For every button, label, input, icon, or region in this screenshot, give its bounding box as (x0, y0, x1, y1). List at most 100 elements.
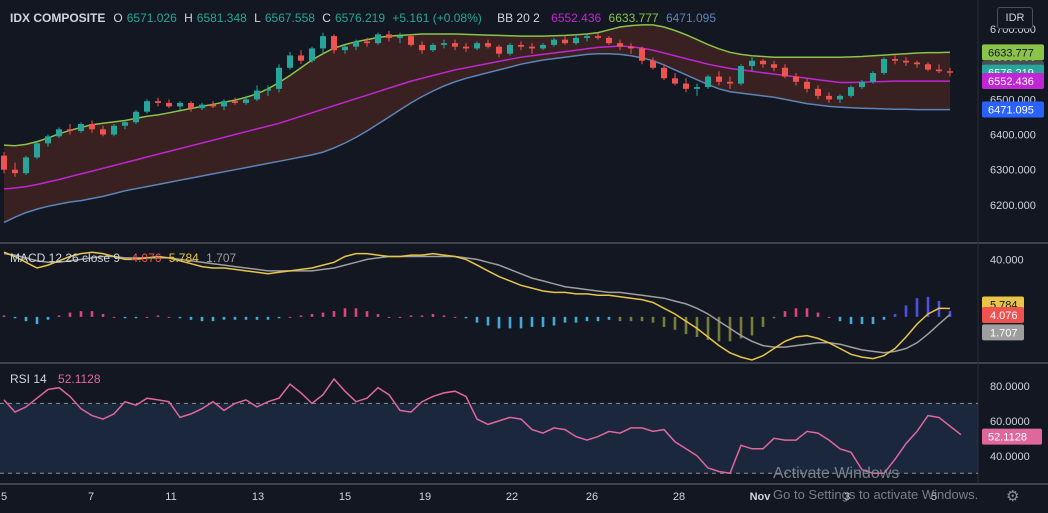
candle-body (451, 43, 459, 47)
candle-body (946, 71, 954, 73)
bb-upper-value: 6633.777 (608, 11, 659, 25)
open-value: 6571.026 (126, 11, 177, 25)
macd-histogram-bar (750, 316, 754, 336)
candle-body (803, 81, 811, 89)
macd-histogram-bar (46, 316, 50, 320)
time-tick-label: 11 (165, 491, 176, 503)
gear-icon[interactable]: ⚙ (1006, 487, 1019, 505)
candle-body (792, 76, 800, 82)
candle-body (748, 60, 756, 66)
candle-body (132, 111, 140, 123)
time-tick-label: Nov (750, 491, 772, 503)
macd-histogram-bar (618, 316, 622, 322)
candle-body (77, 124, 85, 132)
macd-histogram-bar (178, 316, 182, 319)
candle-body (682, 83, 690, 89)
candle-body (759, 60, 767, 65)
candle-body (99, 129, 107, 135)
candle-body (517, 44, 525, 47)
macd-histogram-bar (398, 316, 402, 318)
candle-body (616, 43, 624, 47)
candle-body (484, 43, 492, 47)
macd-histogram-bar (211, 316, 215, 322)
candle-body (429, 44, 437, 51)
macd-histogram-bar (376, 314, 380, 317)
close-value: 6576.219 (334, 11, 385, 25)
candle-body (374, 34, 382, 44)
candle-body (11, 169, 19, 174)
candle-body (418, 44, 426, 51)
candle-body (814, 88, 822, 96)
candle-body (660, 67, 668, 79)
macd-histogram-bar (508, 316, 512, 329)
rsi-legend: RSI 14 52.1128 (10, 372, 105, 386)
macd-histogram-bar (849, 316, 853, 325)
rsi-label: RSI 14 (10, 372, 47, 386)
macd-histogram-bar (475, 316, 479, 323)
candle-body (847, 87, 855, 96)
macd-histogram-bar (134, 316, 138, 319)
time-tick-label: 5 (1, 491, 7, 503)
currency-button[interactable]: IDR (997, 7, 1033, 29)
price-badge-label: 6633.777 (988, 47, 1034, 59)
candle-body (638, 48, 646, 61)
macd-histogram-bar (145, 316, 149, 318)
candle-body (825, 95, 833, 100)
candle-body (770, 64, 778, 68)
macd-histogram-bar (2, 315, 6, 317)
candle-body (528, 46, 536, 49)
candle-body (935, 69, 943, 72)
time-tick-label: 13 (252, 491, 264, 503)
macd-histogram-bar (629, 316, 633, 322)
macd-histogram-bar (827, 316, 831, 318)
macd-histogram-bar (167, 316, 171, 318)
macd-histogram-bar (596, 316, 600, 322)
macd-histogram-bar (222, 316, 226, 320)
macd-histogram-bar (772, 316, 776, 319)
candle-body (737, 66, 745, 84)
candle-body (0, 155, 8, 170)
activate-windows-title: Activate Windows (773, 465, 900, 482)
macd-histogram-bar (684, 316, 688, 335)
macd-hist-value: 4.076 (131, 251, 162, 265)
macd-badge-label: 1.707 (990, 327, 1018, 339)
macd-histogram-bar (607, 316, 611, 320)
candle-body (572, 37, 580, 44)
price-badge-label: 6471.095 (988, 105, 1034, 117)
macd-histogram-bar (563, 316, 567, 323)
macd-histogram-bar (420, 315, 424, 317)
candle-body (891, 58, 899, 61)
candle-body (253, 90, 261, 100)
symbol-name: IDX COMPOSITE (10, 11, 106, 25)
macd-histogram-bar (24, 316, 28, 322)
rsi-value: 52.1128 (58, 372, 101, 386)
candle-body (693, 87, 701, 89)
macd-histogram-bar (79, 311, 83, 317)
candle-body (121, 122, 129, 126)
bb-label: BB 20 2 (497, 11, 540, 25)
macd-histogram-bar (387, 316, 391, 318)
macd-histogram-bar (552, 316, 556, 326)
macd-histogram-bar (453, 316, 457, 318)
candle-body (264, 88, 272, 91)
macd-histogram-bar (156, 315, 160, 317)
activate-windows-subtitle: Go to Settings to activate Windows. (773, 487, 979, 502)
macd-histogram-bar (541, 316, 545, 327)
candle-body (506, 44, 514, 54)
macd-histogram-bar (651, 316, 655, 323)
macd-signal-value: 1.707 (206, 251, 237, 265)
candle-body (176, 102, 184, 107)
candle-body (550, 39, 558, 45)
candle-body (924, 64, 932, 70)
price-tick-label: 6200.000 (990, 200, 1036, 212)
macd-histogram-bar (13, 316, 17, 319)
candle-body (297, 55, 305, 61)
candle-body (187, 102, 195, 109)
macd-histogram-bar (673, 316, 677, 330)
macd-histogram-bar (816, 312, 820, 317)
rsi-tick-label: 40.0000 (990, 451, 1030, 463)
candle-body (704, 76, 712, 88)
candle-body (154, 101, 162, 103)
macd-histogram-bar (90, 311, 94, 317)
time-tick-label: 19 (419, 491, 431, 503)
